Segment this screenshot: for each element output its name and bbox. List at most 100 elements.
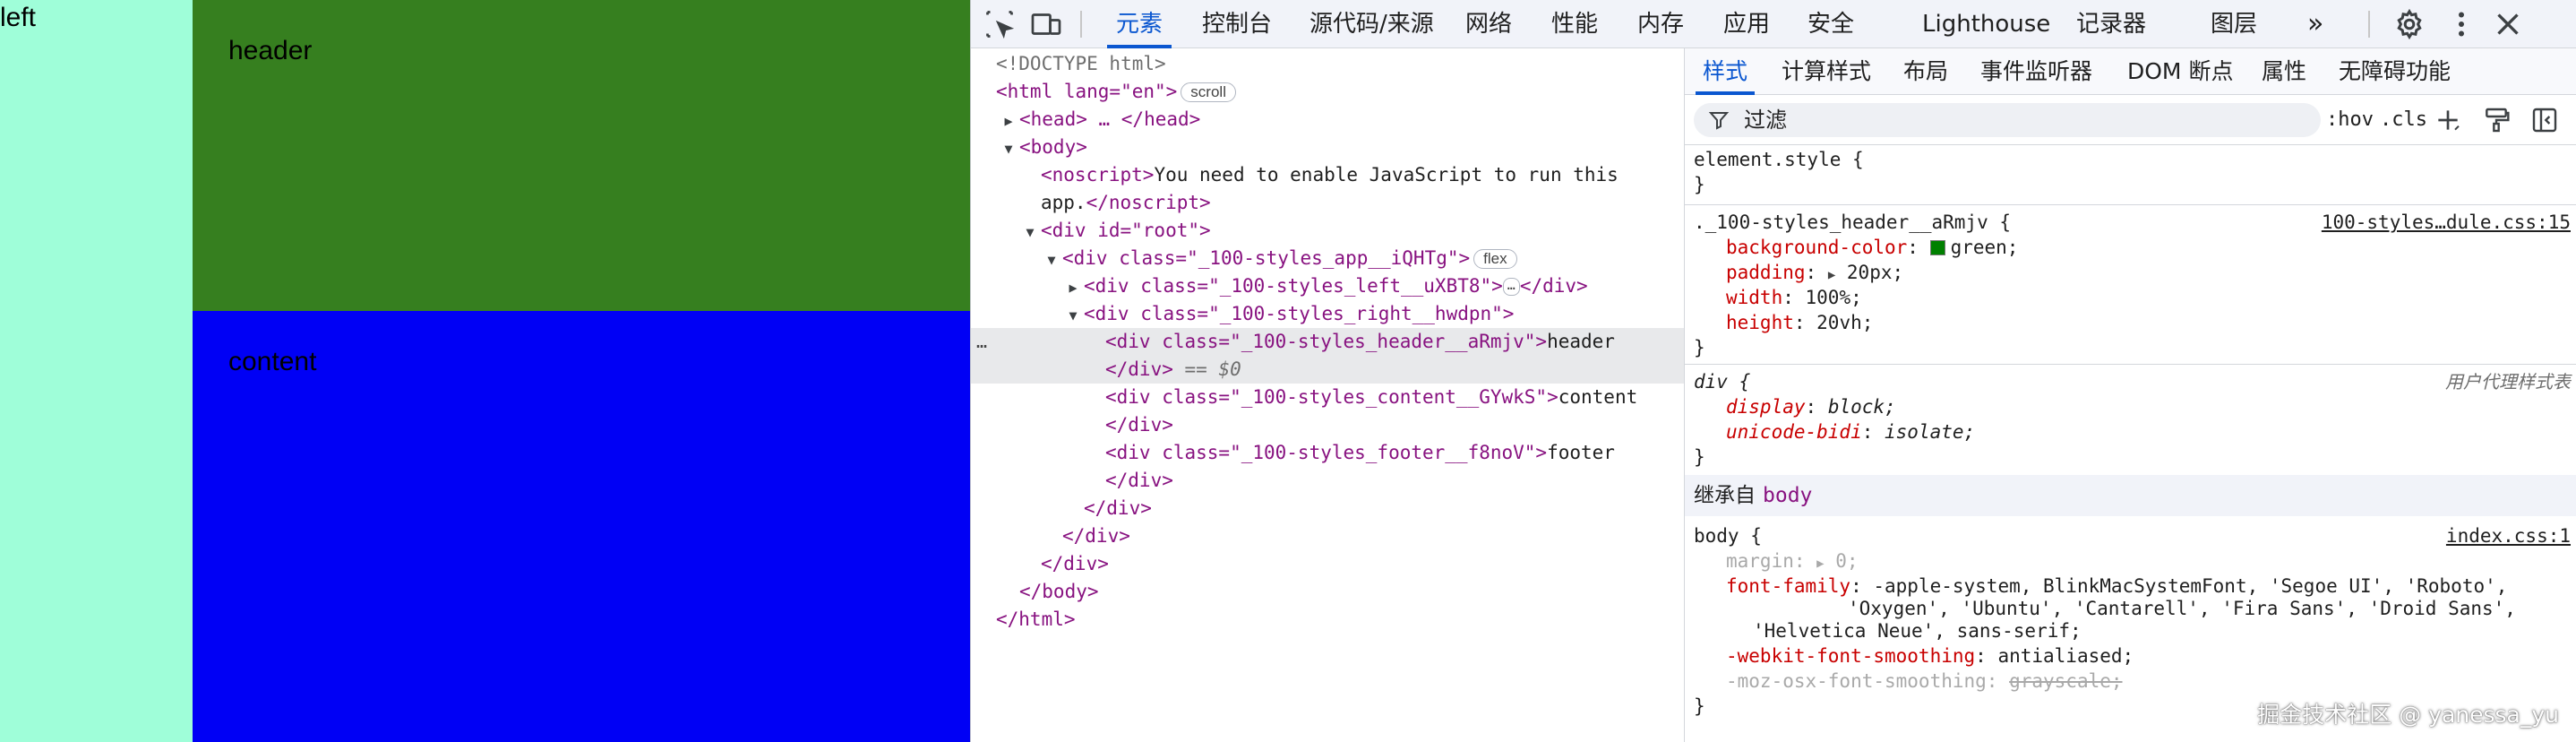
tree-line-head[interactable]: ▶ <head> … </head>	[971, 106, 1684, 134]
prop-margin-overridden[interactable]: margin: ▶ 0;	[1726, 548, 1859, 574]
collapse-triangle-icon[interactable]: ▼	[1062, 302, 1084, 328]
scroll-badge[interactable]: scroll	[1181, 82, 1236, 102]
style-rules: element.style { } ._100-styles_header__a…	[1685, 145, 2576, 742]
close-icon[interactable]	[2492, 8, 2524, 40]
devtools-panel: 元素 控制台 源代码/来源 网络 性能 内存 应用 安全 Lighthouse …	[970, 0, 2576, 742]
tab-recorder[interactable]: 记录器	[2076, 0, 2146, 48]
prop-webkit-font-smoothing[interactable]: -webkit-font-smoothing: antialiased;	[1726, 643, 2134, 669]
hover-state-toggle[interactable]: :hov	[2326, 104, 2374, 136]
prop-height[interactable]: height: 20vh;	[1726, 310, 1873, 335]
tab-styles[interactable]: 样式	[1695, 48, 1756, 95]
collapse-triangle-icon[interactable]: ▼	[1041, 246, 1062, 272]
node-actions-ellipsis-icon[interactable]: …	[976, 328, 987, 356]
header-rule-source-link[interactable]: 100-styles…dule.css:15	[2322, 210, 2571, 235]
left-pane-text: left	[0, 3, 37, 32]
expand-triangle-icon[interactable]: ▶	[998, 108, 1019, 134]
tree-line-html-close[interactable]: </html>	[971, 606, 1684, 634]
tab-memory[interactable]: 内存	[1637, 0, 1684, 48]
tree-line-noscript[interactable]: <noscript>You need to enable JavaScript …	[971, 161, 1684, 189]
tab-sources[interactable]: 源代码/来源	[1309, 0, 1434, 48]
styles-tabs: 样式 计算样式 布局 事件监听器 DOM 断点 属性 无障碍功能	[1685, 48, 2576, 95]
header-rule-close: }	[1694, 337, 1705, 358]
prop-unicode-bidi[interactable]: unicode-bidi: isolate;	[1726, 419, 1975, 444]
tree-line-body[interactable]: ▼ <body>	[971, 134, 1684, 161]
tab-event-listeners[interactable]: 事件监听器	[1980, 48, 2092, 95]
collapse-triangle-icon[interactable]: ▼	[1019, 219, 1041, 245]
filter-row: 过滤 :hov .cls	[1685, 95, 2576, 145]
tree-line-root[interactable]: ▼ <div id="root">	[971, 217, 1684, 245]
element-style-selector[interactable]: element.style {	[1694, 147, 1864, 172]
div-ua-rule-close: }	[1694, 446, 1705, 468]
collapse-triangle-icon[interactable]: ▼	[998, 135, 1019, 161]
tab-elements[interactable]: 元素	[1106, 0, 1172, 48]
expand-shorthand-icon[interactable]: ▶	[1828, 268, 1835, 282]
device-toolbar-icon[interactable]	[1030, 8, 1062, 40]
tree-line-left[interactable]: ▶ <div class="_100-styles_left__uXBT8">… <…	[971, 272, 1684, 300]
inherited-from-link[interactable]: body	[1763, 484, 1812, 507]
tab-layout[interactable]: 布局	[1903, 48, 1948, 95]
tree-line-right[interactable]: ▼ <div class="_100-styles_right__hwdpn">	[971, 300, 1684, 328]
new-style-rule-plus-icon[interactable]	[2434, 106, 2462, 134]
toggle-sidebar-icon[interactable]	[2530, 106, 2559, 134]
header-pane: header	[193, 0, 970, 311]
tree-line-app[interactable]: ▼ <div class="_100-styles_app__iQHTg"> fle…	[971, 245, 1684, 272]
prop-width[interactable]: width: 100%;	[1726, 285, 1862, 310]
styles-filter-input[interactable]: 过滤	[1694, 103, 2321, 137]
filter-placeholder: 过滤	[1744, 108, 1787, 133]
tab-network[interactable]: 网络	[1465, 0, 1512, 48]
tab-dom-breakpoints[interactable]: DOM 断点	[2127, 48, 2233, 95]
tab-security[interactable]: 安全	[1807, 0, 1854, 48]
more-tabs-chevron-icon[interactable]: »	[2307, 0, 2323, 48]
color-swatch-icon[interactable]	[1929, 240, 1945, 255]
tree-line-content-close[interactable]: </div>	[971, 411, 1684, 439]
prop-padding[interactable]: padding: ▶ 20px;	[1726, 260, 1903, 285]
tab-performance[interactable]: 性能	[1551, 0, 1598, 48]
tab-console[interactable]: 控制台	[1202, 0, 1272, 48]
tree-line-right-close[interactable]: </div>	[971, 495, 1684, 522]
class-toggle[interactable]: .cls	[2380, 104, 2427, 136]
prop-font-family-cont-2: 'Helvetica Neue', sans-serif;	[1753, 620, 2082, 642]
tree-line-doctype[interactable]: <!DOCTYPE html>	[971, 50, 1684, 78]
elements-tree: <!DOCTYPE html> <html lang="en"> scroll ▶…	[971, 48, 1684, 742]
tree-line-footer-close[interactable]: </div>	[971, 467, 1684, 495]
settings-gear-icon[interactable]	[2393, 8, 2426, 40]
tree-line-header-close[interactable]: </div> == $0	[971, 356, 1684, 384]
expand-shorthand-icon[interactable]: ▶	[1816, 556, 1824, 571]
body-rule-close: }	[1694, 695, 1705, 717]
more-vert-icon[interactable]	[2445, 8, 2477, 40]
prop-font-family-cont-1: 'Oxygen', 'Ubuntu', 'Cantarell', 'Fira S…	[1848, 598, 2516, 619]
prop-moz-font-smoothing-invalid[interactable]: -moz-osx-font-smoothing: grayscale;	[1726, 669, 2123, 694]
prop-display[interactable]: display: block;	[1726, 394, 1896, 419]
collapsed-ellipsis-icon[interactable]: …	[1502, 278, 1520, 296]
flex-badge[interactable]: flex	[1473, 249, 1517, 269]
watermark-text: 掘金技术社区 @ yanessa_yu	[2257, 702, 2559, 728]
content-pane: content	[193, 311, 970, 742]
paint-roller-icon[interactable]	[2482, 106, 2511, 134]
styles-pane: 样式 计算样式 布局 事件监听器 DOM 断点 属性 无障碍功能 过滤 :hov…	[1684, 48, 2576, 742]
tab-layers[interactable]: 图层	[2211, 0, 2257, 48]
rule-divider	[1685, 364, 2576, 365]
tab-accessibility[interactable]: 无障碍功能	[2339, 48, 2451, 95]
expand-triangle-icon[interactable]: ▶	[1062, 274, 1084, 300]
tree-line-header-selected[interactable]: … <div class="_100-styles_header__aRmjv">…	[971, 328, 1684, 356]
tree-line-footer[interactable]: <div class="_100-styles_footer__f8noV">f…	[971, 439, 1684, 467]
tree-line-html[interactable]: <html lang="en"> scroll	[971, 78, 1684, 106]
body-rule-source-link[interactable]: index.css:1	[2446, 523, 2571, 548]
tree-line-app-close[interactable]: </div>	[971, 522, 1684, 550]
toolbar-separator	[1080, 11, 1082, 38]
tree-line-body-close[interactable]: </body>	[971, 578, 1684, 606]
inspect-element-icon[interactable]	[983, 8, 1016, 40]
toolbar-separator-right	[2368, 11, 2370, 38]
div-ua-rule-selector[interactable]: div {	[1694, 369, 1750, 394]
prop-font-family[interactable]: font-family: -apple-system, BlinkMacSyst…	[1726, 574, 2507, 599]
tab-computed[interactable]: 计算样式	[1782, 48, 1871, 95]
tree-line-noscript-cont[interactable]: app.</noscript>	[971, 189, 1684, 217]
prop-background-color[interactable]: background-color: green;	[1726, 235, 2018, 260]
tab-properties[interactable]: 属性	[2262, 48, 2306, 95]
tree-line-root-close[interactable]: </div>	[971, 550, 1684, 578]
tree-line-content[interactable]: <div class="_100-styles_content__GYwkS">…	[971, 384, 1684, 411]
body-rule-selector[interactable]: body {	[1694, 523, 1762, 548]
tab-application[interactable]: 应用	[1723, 0, 1770, 48]
header-rule-selector[interactable]: ._100-styles_header__aRmjv {	[1694, 210, 2011, 235]
tab-lighthouse[interactable]: Lighthouse	[1922, 0, 2050, 48]
